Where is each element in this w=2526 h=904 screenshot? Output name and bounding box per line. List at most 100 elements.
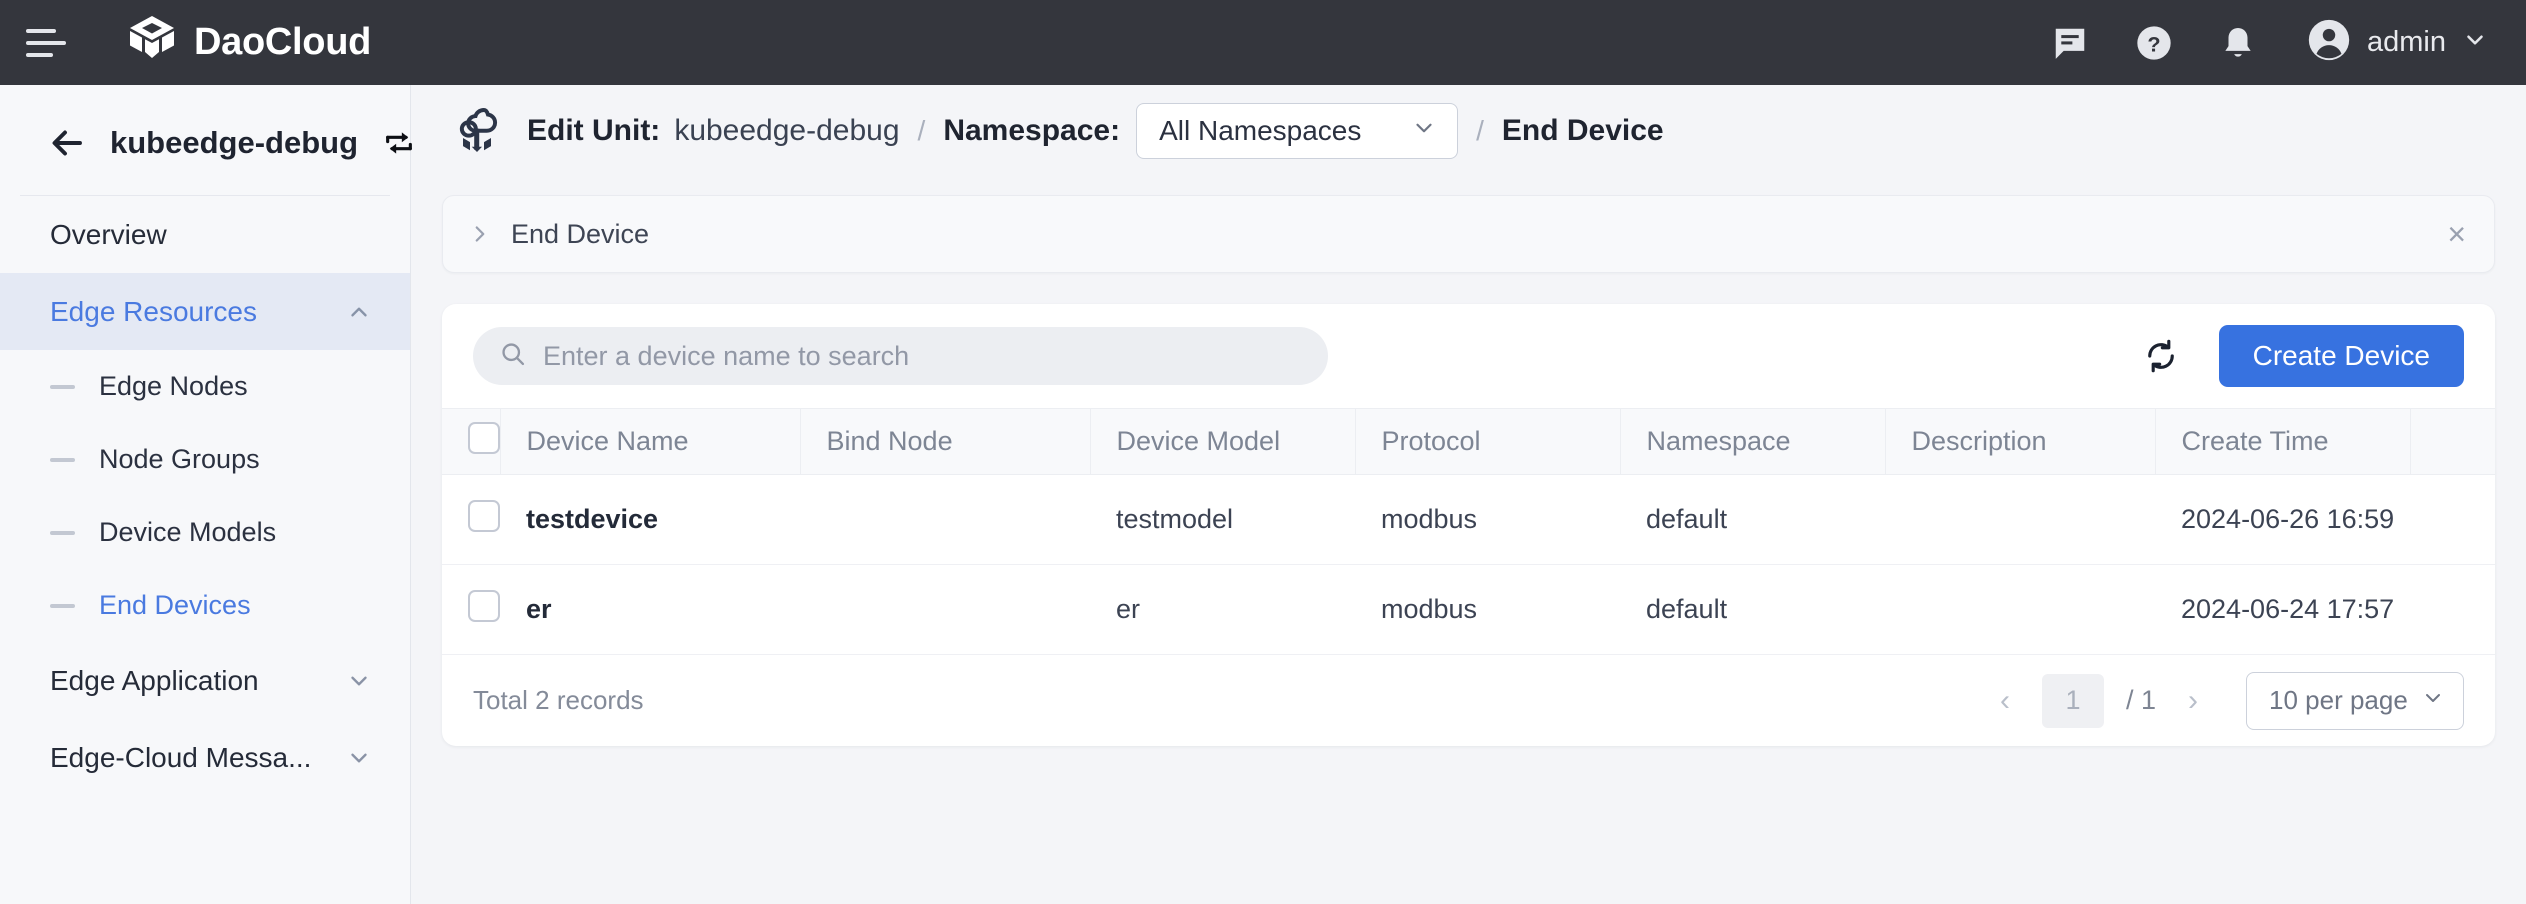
cell-device-model: er <box>1090 565 1355 655</box>
username-label: admin <box>2367 26 2446 59</box>
row-actions-menu-icon[interactable]: ⋮ <box>2410 565 2495 655</box>
column-header-description[interactable]: Description <box>1885 409 2155 475</box>
arrow-left-icon[interactable] <box>50 125 86 161</box>
sidebar-group-label: Edge Application <box>50 665 259 697</box>
device-table-card: Create Device Device Name Bin <box>442 304 2495 746</box>
row-checkbox[interactable] <box>468 500 500 532</box>
cell-protocol: modbus <box>1355 475 1620 565</box>
prev-page-button[interactable]: ‹ <box>1990 686 2020 716</box>
cell-description <box>1885 475 2155 565</box>
help-icon[interactable]: ? <box>2133 22 2175 64</box>
sidebar-item-label: Overview <box>50 219 167 251</box>
breadcrumb: Edit Unit: kubeedge-debug / Namespace: A… <box>411 85 2526 176</box>
chat-icon[interactable] <box>2049 22 2091 64</box>
dash-icon <box>50 604 75 608</box>
breadcrumb-unit-value[interactable]: kubeedge-debug <box>674 114 899 148</box>
hamburger-line <box>26 41 66 45</box>
sidebar-unit-name: kubeedge-debug <box>110 125 358 161</box>
next-page-button[interactable]: › <box>2178 686 2208 716</box>
bell-icon[interactable] <box>2217 22 2259 64</box>
select-all-checkbox[interactable] <box>468 422 500 454</box>
close-icon[interactable]: × <box>2447 218 2466 250</box>
column-header-namespace[interactable]: Namespace <box>1620 409 1885 475</box>
cell-bind-node <box>800 565 1090 655</box>
dash-icon <box>50 458 75 462</box>
select-all-header <box>442 409 500 475</box>
page-size-value: 10 per page <box>2269 685 2408 716</box>
sidebar-item-overview[interactable]: Overview <box>0 196 410 273</box>
cell-protocol: modbus <box>1355 565 1620 655</box>
breadcrumb-edit-unit-label: Edit Unit: <box>527 114 660 148</box>
row-select-cell <box>442 475 500 565</box>
main-content: Edit Unit: kubeedge-debug / Namespace: A… <box>411 85 2526 904</box>
column-header-create-time[interactable]: Create Time <box>2155 409 2410 475</box>
table-row[interactable]: testdevice testmodel modbus default 2024… <box>442 475 2495 565</box>
cell-create-time: 2024-06-24 17:57 <box>2155 565 2410 655</box>
refresh-icon[interactable] <box>2143 338 2179 374</box>
table-toolbar: Create Device <box>442 304 2495 408</box>
hamburger-line <box>26 53 53 57</box>
sidebar-item-label: Device Models <box>99 517 276 548</box>
table-head: Device Name Bind Node Device Model Proto… <box>442 409 2495 475</box>
column-header-protocol[interactable]: Protocol <box>1355 409 1620 475</box>
brand-logo[interactable]: DaoCloud <box>126 14 371 71</box>
breadcrumb-separator: / <box>918 115 926 147</box>
row-select-cell <box>442 565 500 655</box>
sidebar-item-end-devices[interactable]: End Devices <box>0 569 410 642</box>
top-bar-actions: ? admin <box>2049 18 2488 67</box>
page-size-select[interactable]: 10 per page <box>2246 672 2464 730</box>
table-body: testdevice testmodel modbus default 2024… <box>442 475 2495 655</box>
cell-create-time: 2024-06-26 16:59 <box>2155 475 2410 565</box>
row-actions-menu-icon[interactable]: ⋮ <box>2410 475 2495 565</box>
sidebar-group-edge-resources[interactable]: Edge Resources <box>0 273 410 350</box>
avatar <box>2307 18 2351 67</box>
sidebar-item-label: Edge Nodes <box>99 371 248 402</box>
search-input[interactable] <box>543 341 1302 372</box>
sidebar-item-label: End Devices <box>99 590 251 621</box>
cell-device-name[interactable]: testdevice <box>500 475 800 565</box>
user-menu[interactable]: admin <box>2307 18 2488 67</box>
hamburger-icon[interactable] <box>26 23 72 63</box>
create-device-button[interactable]: Create Device <box>2219 325 2464 387</box>
sidebar-item-device-models[interactable]: Device Models <box>0 496 410 569</box>
sidebar-group-label: Edge Resources <box>50 296 257 328</box>
search-icon <box>499 340 527 373</box>
cell-device-name[interactable]: er <box>500 565 800 655</box>
end-device-panel-title: End Device <box>511 219 2447 250</box>
chevron-down-icon[interactable] <box>346 745 372 771</box>
cell-description <box>1885 565 2155 655</box>
breadcrumb-namespace-label: Namespace: <box>943 114 1120 148</box>
hamburger-line <box>26 29 56 33</box>
sidebar-group-label: Edge-Cloud Messa... <box>50 742 311 774</box>
column-header-bind-node[interactable]: Bind Node <box>800 409 1090 475</box>
body-wrapper: kubeedge-debug Overview Edge Resources E… <box>0 85 2526 904</box>
sidebar-group-edge-cloud-messaging[interactable]: Edge-Cloud Messa... <box>0 719 410 796</box>
toolbar-actions: Create Device <box>2143 325 2464 387</box>
chevron-down-icon[interactable] <box>346 668 372 694</box>
brand-name: DaoCloud <box>194 21 371 64</box>
sidebar: kubeedge-debug Overview Edge Resources E… <box>0 85 411 904</box>
sidebar-header: kubeedge-debug <box>20 85 390 196</box>
column-header-device-model[interactable]: Device Model <box>1090 409 1355 475</box>
cell-namespace: default <box>1620 565 1885 655</box>
page-total-label: / 1 <box>2126 685 2156 716</box>
chevron-right-icon[interactable] <box>467 221 493 247</box>
chevron-up-icon[interactable] <box>346 299 372 325</box>
svg-text:?: ? <box>2147 31 2160 56</box>
search-box[interactable] <box>473 327 1328 385</box>
table-footer: Total 2 records ‹ 1 / 1 › 10 per page <box>442 655 2495 746</box>
chevron-down-icon <box>2421 686 2445 715</box>
table-row[interactable]: er er modbus default 2024-06-24 17:57 ⋮ <box>442 565 2495 655</box>
breadcrumb-current: End Device <box>1502 114 1664 148</box>
daocloud-cube-icon <box>126 14 178 71</box>
page-number-input[interactable]: 1 <box>2042 674 2104 728</box>
sidebar-item-edge-nodes[interactable]: Edge Nodes <box>0 350 410 423</box>
column-header-device-name[interactable]: Device Name <box>500 409 800 475</box>
swap-icon[interactable] <box>382 126 416 160</box>
namespace-select[interactable]: All Namespaces <box>1136 103 1458 159</box>
chevron-down-icon[interactable] <box>2462 27 2488 58</box>
total-records-label: Total 2 records <box>473 685 644 716</box>
sidebar-item-node-groups[interactable]: Node Groups <box>0 423 410 496</box>
sidebar-group-edge-application[interactable]: Edge Application <box>0 642 410 719</box>
row-checkbox[interactable] <box>468 590 500 622</box>
